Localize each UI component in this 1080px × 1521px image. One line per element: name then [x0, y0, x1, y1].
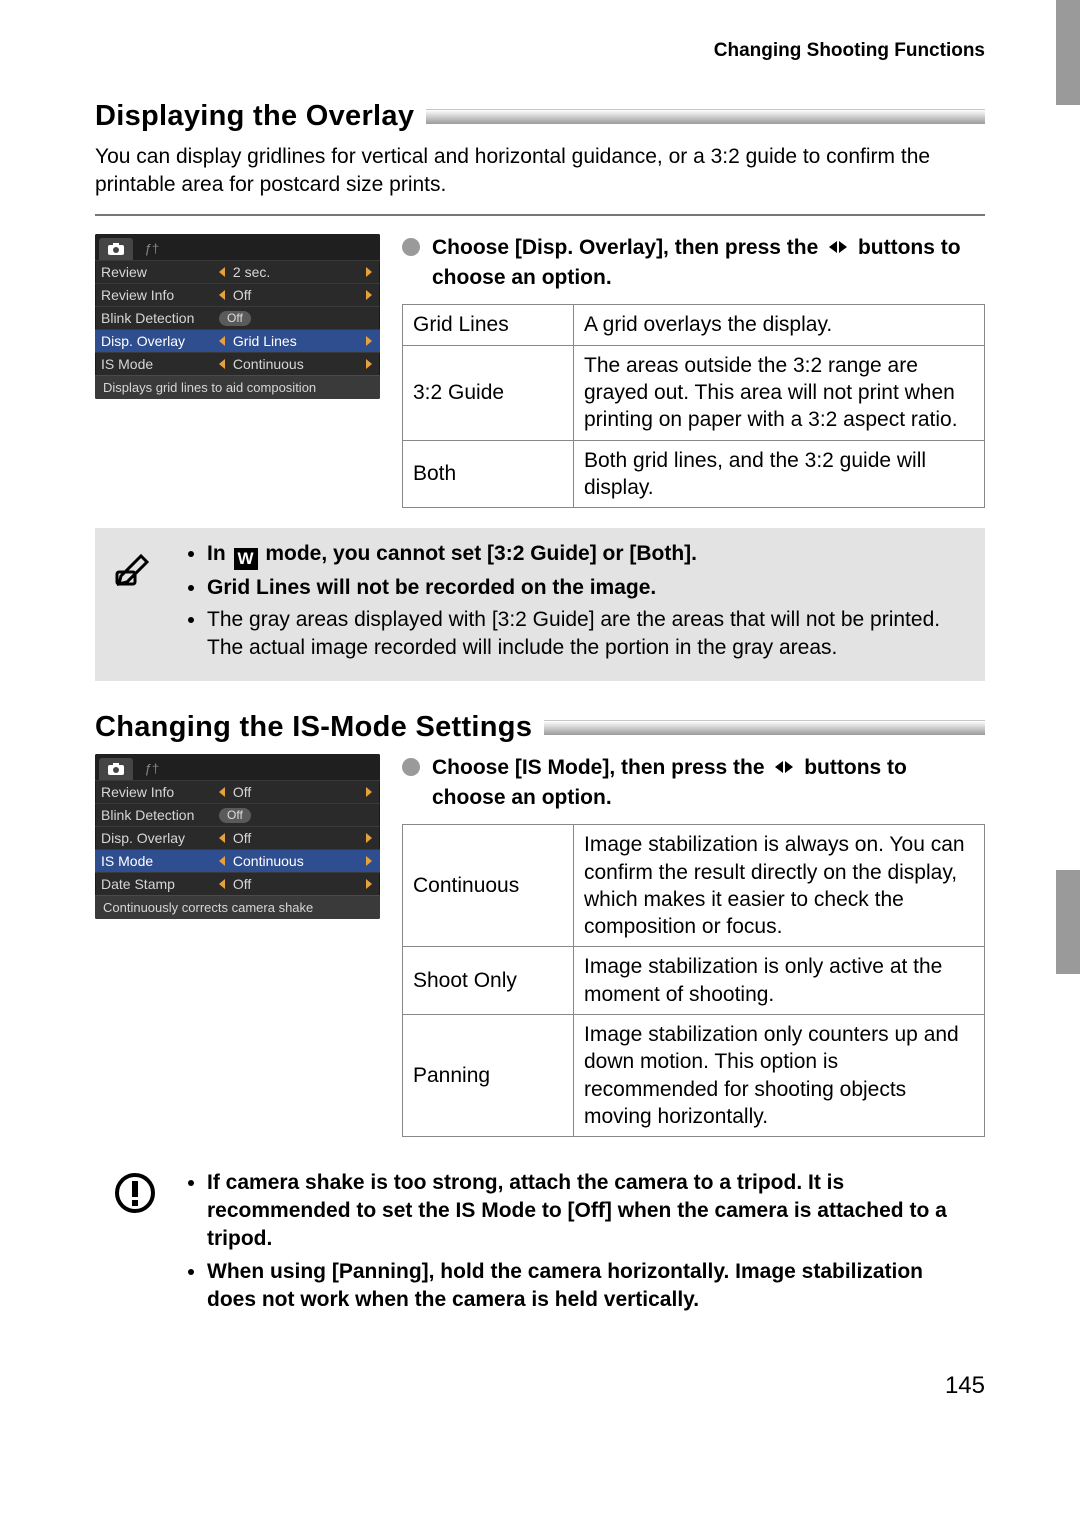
option-label: Grid Lines [403, 305, 574, 345]
section-heading: Displaying the Overlay [95, 100, 985, 133]
camera-menu-help: Continuously corrects camera shake [95, 895, 380, 919]
pencil-note-icon [113, 542, 157, 594]
heading-rule [544, 720, 985, 735]
breadcrumb: Changing Shooting Functions [95, 40, 985, 62]
section-lead: You can display gridlines for vertical a… [95, 143, 985, 200]
instruction: Choose [Disp. Overlay], then press the b… [402, 234, 985, 293]
manual-page: Changing Shooting Functions Displaying t… [0, 0, 1080, 1460]
camera-menu-row: Blink DetectionOff [95, 306, 380, 329]
camera-menu-screenshot: ƒ† Review 2 sec.Review Info OffBlink Det… [95, 234, 380, 399]
camera-tab-tools-icon: ƒ† [135, 238, 169, 260]
instruction-text-before: Choose [Disp. Overlay], then press the [432, 236, 824, 259]
camera-menu-row-value: Continuous [219, 356, 374, 372]
camera-menu-screenshot: ƒ† Review Info OffBlink DetectionOffDisp… [95, 754, 380, 919]
camera-menu-row-label: Review [101, 264, 219, 280]
note-item: The gray areas displayed with [3:2 Guide… [207, 606, 967, 662]
camera-menu-row-label: Review Info [101, 784, 219, 800]
thumb-tab-mid [1056, 870, 1080, 974]
camera-menu-row: Review Info Off [95, 283, 380, 306]
camera-menu-row-value: Off [219, 287, 374, 303]
divider [95, 214, 985, 216]
option-description: Image stabilization is always on. You ca… [574, 825, 985, 947]
camera-menu-row-value: Off [219, 784, 374, 800]
table-row: Grid LinesA grid overlays the display. [403, 305, 985, 345]
left-right-arrows-icon [773, 756, 795, 784]
camera-menu-help: Displays grid lines to aid composition [95, 375, 380, 399]
note-item: Grid Lines will not be recorded on the i… [207, 574, 967, 602]
camera-menu-row: Disp. Overlay Off [95, 826, 380, 849]
option-label: 3:2 Guide [403, 345, 574, 440]
options-table: ContinuousImage stabilization is always … [402, 824, 985, 1137]
table-row: 3:2 GuideThe areas outside the 3:2 range… [403, 345, 985, 440]
camera-menu-row-label: IS Mode [101, 853, 219, 869]
camera-menu-row: Disp. Overlay Grid Lines [95, 329, 380, 352]
table-row: Shoot OnlyImage stabilization is only ac… [403, 947, 985, 1015]
option-label: Shoot Only [403, 947, 574, 1015]
camera-menu-row: Date Stamp Off [95, 872, 380, 895]
option-description: Both grid lines, and the 3:2 guide will … [574, 440, 985, 508]
option-description: Image stabilization is only active at th… [574, 947, 985, 1015]
camera-menu-row-label: Review Info [101, 287, 219, 303]
table-row: PanningImage stabilization only counters… [403, 1015, 985, 1137]
option-label: Continuous [403, 825, 574, 947]
camera-tab-shooting-icon [99, 758, 133, 780]
note-item: In W mode, you cannot set [3:2 Guide] or… [207, 540, 967, 570]
table-row: BothBoth grid lines, and the 3:2 guide w… [403, 440, 985, 508]
option-description: Image stabilization only counters up and… [574, 1015, 985, 1137]
section-title: Changing the IS-Mode Settings [95, 711, 532, 744]
heading-rule [426, 109, 985, 124]
thumb-tab-top [1056, 0, 1080, 105]
caution-icon [113, 1171, 157, 1223]
options-table: Grid LinesA grid overlays the display.3:… [402, 304, 985, 508]
bullet-dot-icon [402, 238, 420, 256]
camera-menu-row-value: Grid Lines [219, 333, 374, 349]
camera-tab-tools-icon: ƒ† [135, 758, 169, 780]
camera-menu-row-value: Off [219, 876, 374, 892]
warning-item: When using [Panning], hold the camera ho… [207, 1258, 967, 1314]
camera-menu-row-value: 2 sec. [219, 264, 374, 280]
bullet-dot-icon [402, 758, 420, 776]
camera-menu-row-label: Blink Detection [101, 310, 219, 326]
camera-menu-row-label: Disp. Overlay [101, 830, 219, 846]
camera-menu-row: Review 2 sec. [95, 260, 380, 283]
camera-menu-row-value: Off [219, 309, 374, 326]
section-heading: Changing the IS-Mode Settings [95, 711, 985, 744]
table-row: ContinuousImage stabilization is always … [403, 825, 985, 947]
option-label: Both [403, 440, 574, 508]
instruction: Choose [IS Mode], then press the buttons… [402, 754, 985, 813]
instruction-text-before: Choose [IS Mode], then press the [432, 756, 770, 779]
camera-menu-row: Blink DetectionOff [95, 803, 380, 826]
warning-box: If camera shake is too strong, attach th… [95, 1157, 985, 1332]
camera-menu-row: Review Info Off [95, 780, 380, 803]
section-title: Displaying the Overlay [95, 100, 414, 133]
camera-menu-row-label: Date Stamp [101, 876, 219, 892]
option-description: The areas outside the 3:2 range are gray… [574, 345, 985, 440]
camera-menu-row-label: Blink Detection [101, 807, 219, 823]
page-number: 145 [95, 1372, 985, 1400]
warning-item: If camera shake is too strong, attach th… [207, 1169, 967, 1253]
camera-menu-row: IS Mode Continuous [95, 849, 380, 872]
w-mode-icon: W [234, 548, 258, 570]
camera-menu-row-value: Off [219, 830, 374, 846]
camera-tab-shooting-icon [99, 238, 133, 260]
option-description: A grid overlays the display. [574, 305, 985, 345]
camera-menu-row-label: IS Mode [101, 356, 219, 372]
camera-menu-row-label: Disp. Overlay [101, 333, 219, 349]
camera-menu-row-value: Continuous [219, 853, 374, 869]
option-label: Panning [403, 1015, 574, 1137]
notes-box: In W mode, you cannot set [3:2 Guide] or… [95, 528, 985, 680]
left-right-arrows-icon [827, 236, 849, 264]
camera-menu-row-value: Off [219, 806, 374, 823]
camera-menu-row: IS Mode Continuous [95, 352, 380, 375]
